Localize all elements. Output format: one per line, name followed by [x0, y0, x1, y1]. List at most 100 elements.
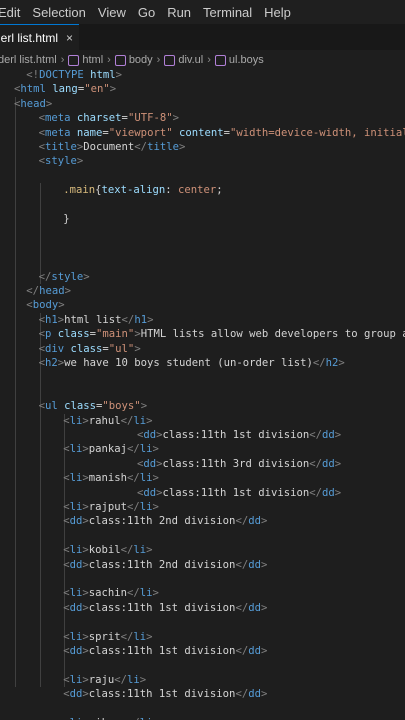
code-line: <dd>class:11th 2nd division</dd> — [63, 558, 267, 572]
code-token: li — [69, 443, 83, 456]
code-token: class:11th 1st division — [88, 645, 236, 657]
code-token: h2 — [44, 357, 58, 369]
tab-label: derl list.html — [0, 30, 59, 45]
code-line: <li>kobil</li> — [63, 543, 152, 557]
code-token: > — [58, 299, 65, 312]
code-editor[interactable]: <!DOCTYPE html> <html lang="en"> <head> <me… — [0, 68, 405, 720]
code-token: meta — [44, 126, 71, 139]
code-token: > — [260, 558, 268, 571]
code-token: </ — [235, 558, 249, 571]
breadcrumb-label: body — [128, 54, 153, 66]
code-token: "main" — [96, 328, 135, 341]
code-token: .main — [63, 184, 96, 197]
code-token: li — [69, 472, 83, 485]
code-token: html list — [64, 313, 122, 326]
code-token: li — [69, 673, 83, 686]
menu-item-terminal[interactable]: Terminal — [197, 5, 258, 20]
code-token: "ul" — [108, 342, 135, 355]
code-token: <! — [26, 69, 40, 81]
breadcrumb-label: html — [82, 54, 104, 66]
code-token: > — [260, 601, 268, 614]
code-token: ul — [44, 400, 58, 413]
code-token: > — [115, 69, 123, 81]
code-line: <h1>html list</h1> — [39, 313, 154, 327]
code-token: meta — [44, 112, 71, 125]
chevron-right-icon: › — [207, 54, 211, 66]
code-token: "viewport" — [108, 126, 173, 139]
code-token: li — [69, 630, 83, 643]
code-token: > — [338, 357, 345, 369]
menu-item-go[interactable]: Go — [132, 5, 161, 20]
code-token: > — [147, 313, 154, 326]
code-token: manish — [88, 472, 128, 485]
code-token: content — [178, 126, 224, 139]
code-token: </ — [120, 544, 134, 557]
code-token: class:11th 2nd division — [88, 515, 236, 528]
code-token: > — [334, 429, 342, 441]
menu-item-edit[interactable]: Edit — [0, 5, 26, 20]
chevron-right-icon: › — [60, 54, 65, 66]
code-token: </ — [134, 141, 148, 153]
breadcrumb-item[interactable]: div.ul — [164, 54, 203, 66]
code-line: <ul class="boys"> — [39, 399, 148, 413]
close-icon[interactable]: × — [66, 31, 73, 45]
code-line: <dd>class:11th 1st division</dd> — [63, 644, 267, 658]
code-token: li — [133, 544, 147, 557]
code-line: <li>rahul</li> — [63, 414, 152, 428]
code-line: </style> — [39, 270, 90, 284]
code-line: <li>sprit</li> — [63, 630, 152, 644]
code-token: > — [146, 414, 153, 427]
chevron-right-icon: › — [107, 54, 111, 66]
code-token: </ — [26, 285, 40, 297]
code-token: charset — [76, 112, 122, 125]
menu-item-selection[interactable]: Selection — [26, 5, 91, 20]
code-line: <title>Document</title> — [39, 140, 186, 154]
code-token: </ — [235, 601, 249, 614]
breadcrumb-item[interactable]: ul.boys — [214, 54, 264, 66]
code-token: center — [178, 184, 217, 197]
code-token: li — [139, 472, 153, 485]
code-token: > — [83, 270, 90, 283]
code-token: h2 — [325, 357, 339, 369]
menu-item-help[interactable]: Help — [258, 5, 297, 20]
code-token: </ — [127, 501, 140, 513]
menu-item-view[interactable]: View — [92, 5, 132, 20]
code-token: style — [51, 270, 84, 283]
code-line: <li>manish</li> — [63, 471, 159, 485]
breadcrumb-item[interactable]: body — [114, 54, 153, 66]
code-token: : — [165, 184, 179, 197]
code-token: dd — [143, 486, 157, 499]
code-token: "UTF-8" — [127, 112, 173, 125]
breadcrumb-item[interactable]: derl list.html — [0, 54, 57, 66]
code-line: <dd>class:11th 1st division</dd> — [137, 428, 341, 442]
code-token: sachin — [88, 587, 128, 600]
code-token: </ — [38, 270, 52, 283]
breadcrumb-item[interactable]: html — [68, 54, 103, 66]
code-token: li — [139, 587, 153, 600]
code-token: > — [334, 457, 342, 470]
code-token: li — [133, 414, 147, 427]
code-token: > — [260, 688, 268, 701]
code-token: li — [133, 630, 147, 643]
code-line: <body> — [26, 298, 64, 312]
code-line: <li>rajput</li> — [63, 500, 159, 514]
code-line: <html lang="en"> — [14, 82, 116, 96]
code-token: > — [76, 155, 84, 168]
code-token: rajput — [88, 501, 128, 513]
cube-icon — [164, 54, 176, 66]
code-token: class:11th 1st division — [162, 429, 310, 441]
code-token: "en" — [84, 83, 110, 96]
code-token: li — [127, 673, 140, 686]
code-token: > — [134, 342, 141, 355]
code-line: <li>raju</li> — [63, 673, 146, 687]
editor-tab[interactable]: derl list.html × — [0, 24, 80, 50]
code-token: dd — [69, 558, 83, 571]
code-token: > — [152, 587, 159, 600]
code-token: sprit — [88, 630, 121, 643]
code-token: we have 10 boys student (un-order list) — [64, 357, 313, 369]
code-token: class — [57, 328, 90, 341]
code-token: > — [178, 141, 186, 153]
code-token: li — [69, 501, 83, 513]
code-token: li — [69, 544, 83, 557]
menu-item-run[interactable]: Run — [161, 5, 197, 20]
